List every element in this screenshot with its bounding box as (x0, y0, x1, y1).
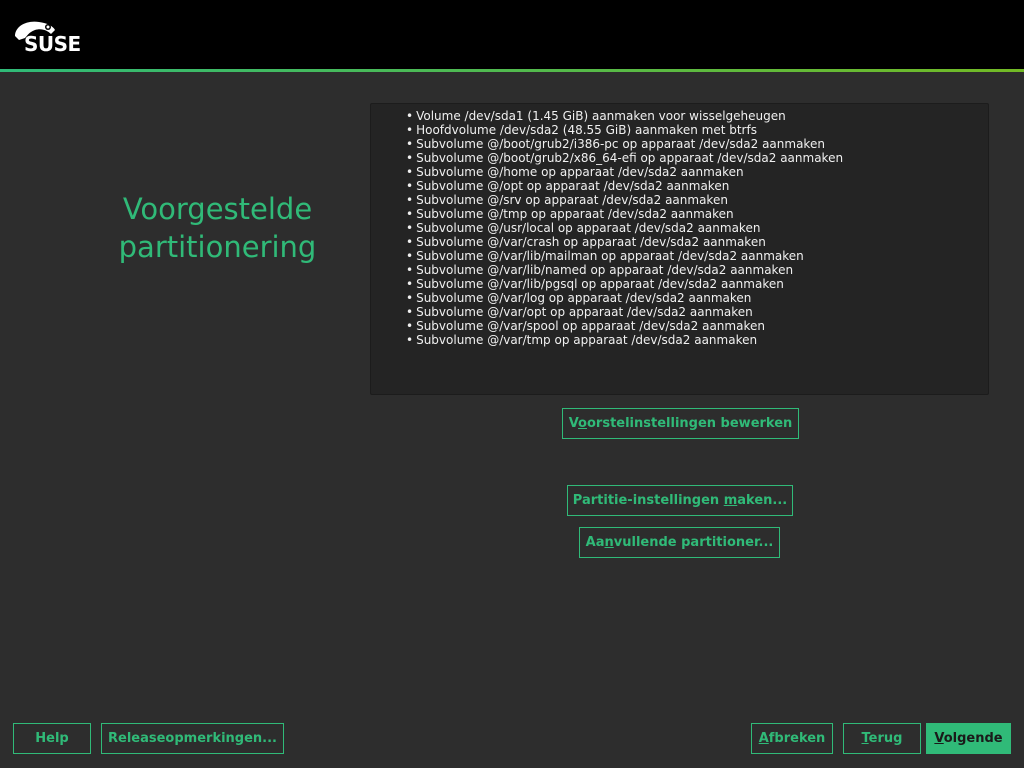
summary-item: Subvolume @/usr/local op apparaat /dev/s… (406, 221, 988, 235)
button-label: Releaseopmerkingen... (108, 731, 277, 746)
summary-item: Subvolume @/home op apparaat /dev/sda2 a… (406, 165, 988, 179)
back-button[interactable]: Terug (843, 723, 921, 754)
proposal-summary-box[interactable]: Volume /dev/sda1 (1.45 GiB) aanmaken voo… (370, 103, 989, 395)
header-bar: SUSE (0, 0, 1024, 69)
summary-item: Subvolume @/opt op apparaat /dev/sda2 aa… (406, 179, 988, 193)
summary-item: Volume /dev/sda1 (1.45 GiB) aanmaken voo… (406, 109, 988, 123)
next-button[interactable]: Volgende (926, 723, 1011, 754)
help-button[interactable]: Help (13, 723, 91, 754)
summary-item: Subvolume @/var/log op apparaat /dev/sda… (406, 291, 988, 305)
button-label: aken... (737, 493, 788, 508)
summary-item: Subvolume @/var/lib/pgsql op apparaat /d… (406, 277, 988, 291)
button-shortcut: o (578, 416, 587, 431)
page-title: Voorgestelde partitionering (60, 190, 375, 266)
summary-item: Subvolume @/var/lib/mailman op apparaat … (406, 249, 988, 263)
summary-item: Subvolume @/var/tmp op apparaat /dev/sda… (406, 333, 988, 347)
button-label: V (568, 416, 579, 431)
button-label: Aa (585, 535, 605, 550)
summary-item: Subvolume @/var/lib/named op apparaat /d… (406, 263, 988, 277)
summary-item: Subvolume @/var/crash op apparaat /dev/s… (406, 235, 988, 249)
abort-button[interactable]: Afbreken (751, 723, 833, 754)
summary-item: Subvolume @/boot/grub2/x86_64-efi op app… (406, 151, 988, 165)
summary-item: Subvolume @/srv op apparaat /dev/sda2 aa… (406, 193, 988, 207)
button-shortcut: n (604, 535, 614, 550)
summary-item: Subvolume @/var/spool op apparaat /dev/s… (406, 319, 988, 333)
button-label: Partitie-instellingen (572, 493, 724, 508)
summary-item: Subvolume @/var/opt op apparaat /dev/sda… (406, 305, 988, 319)
page-title-line2: partitionering (118, 230, 317, 264)
summary-item: Subvolume @/boot/grub2/i386-pc op appara… (406, 137, 988, 151)
button-label: fbreken (768, 731, 826, 746)
button-label: erug (868, 731, 903, 746)
button-shortcut: A (758, 731, 769, 746)
expert-partitioner-button[interactable]: Aanvullende partitioner... (579, 527, 780, 558)
release-notes-button[interactable]: Releaseopmerkingen... (101, 723, 284, 754)
header-accent-line (0, 69, 1024, 72)
summary-item: Hoofdvolume /dev/sda2 (48.55 GiB) aanmak… (406, 123, 988, 137)
button-shortcut: m (723, 493, 738, 508)
button-label: Help (35, 731, 69, 746)
button-label: vullende partitioner... (613, 535, 774, 550)
button-shortcut: V (934, 731, 944, 746)
summary-item: Subvolume @/tmp op apparaat /dev/sda2 aa… (406, 207, 988, 221)
button-label: orstelinstellingen bewerken (586, 416, 793, 431)
page-title-line1: Voorgestelde (122, 192, 313, 226)
create-partition-setup-button[interactable]: Partitie-instellingen maken... (567, 485, 793, 516)
button-label: olgende (943, 731, 1003, 746)
proposal-summary-list: Volume /dev/sda1 (1.45 GiB) aanmaken voo… (371, 104, 988, 347)
edit-proposal-settings-button[interactable]: Voorstelinstellingen bewerken (562, 408, 799, 439)
suse-logo: SUSE (24, 32, 81, 56)
button-shortcut: T (861, 731, 869, 746)
